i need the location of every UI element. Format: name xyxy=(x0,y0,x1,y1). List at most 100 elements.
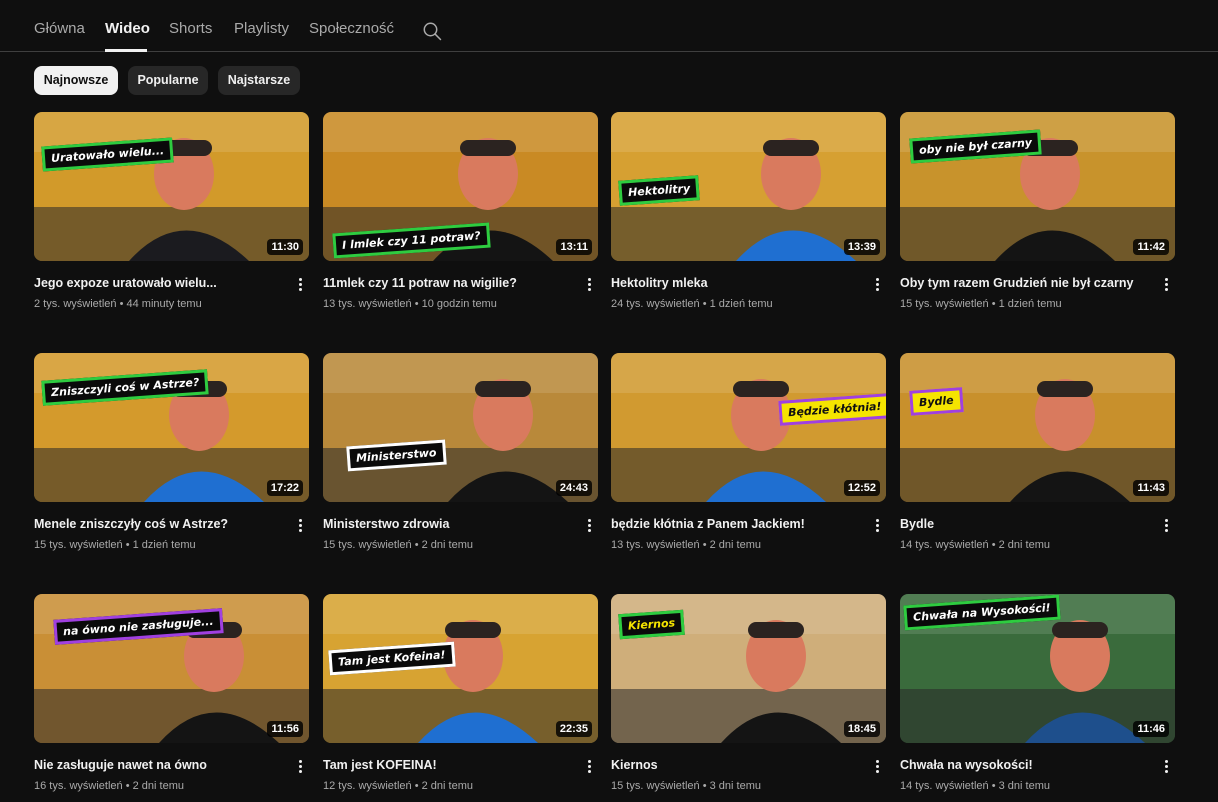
more-actions-icon[interactable] xyxy=(582,760,596,776)
video-metadata: 13 tys. wyświetleń • 2 dni temu xyxy=(611,539,761,551)
metadata-separator: • xyxy=(116,298,127,310)
view-count: 15 tys. wyświetleń xyxy=(34,539,123,551)
view-count: 2 tys. wyświetleń xyxy=(34,298,117,310)
upload-age: 2 dni temu xyxy=(998,539,1050,551)
video-title[interactable]: będzie kłótnia z Panem Jackiem! xyxy=(611,517,861,531)
chip-oldest[interactable]: Najstarsze xyxy=(218,66,300,95)
tab-shorts[interactable]: Shorts xyxy=(169,20,212,37)
video-title[interactable]: Ministerstwo zdrowia xyxy=(323,517,573,531)
active-tab-indicator xyxy=(105,49,147,52)
upload-age: 3 dni temu xyxy=(998,780,1050,792)
video-duration: 24:43 xyxy=(555,480,592,496)
metadata-separator: • xyxy=(988,539,999,551)
video-card: Chwała na Wysokości! 11:46 Chwała na wysok… xyxy=(900,594,1175,794)
video-thumbnail[interactable]: Zniszczyli coś w Astrze? 17:22 xyxy=(34,353,309,502)
video-card: Będzie kłótnia! 12:52 będzie kłótnia z Pan… xyxy=(611,353,886,553)
video-metadata: 16 tys. wyświetleń • 2 dni temu xyxy=(34,780,184,792)
metadata-separator: • xyxy=(411,539,422,551)
thumbnail-caption: Kiernos xyxy=(618,609,685,640)
more-actions-icon[interactable] xyxy=(870,519,884,535)
more-actions-icon[interactable] xyxy=(293,519,307,535)
video-metadata: 15 tys. wyświetleń • 3 dni temu xyxy=(611,780,761,792)
video-title[interactable]: Oby tym razem Grudzień nie był czarny xyxy=(900,276,1150,290)
view-count: 14 tys. wyświetleń xyxy=(900,780,989,792)
upload-age: 1 dzień temu xyxy=(132,539,196,551)
video-thumbnail[interactable]: Kiernos 18:45 xyxy=(611,594,886,743)
tab-community[interactable]: Społeczność xyxy=(309,20,394,37)
video-thumbnail[interactable]: Bydle 11:43 xyxy=(900,353,1175,502)
chip-popular[interactable]: Popularne xyxy=(128,66,208,95)
video-metadata: 14 tys. wyświetleń • 2 dni temu xyxy=(900,539,1050,551)
tab-home[interactable]: Główna xyxy=(34,20,85,37)
more-actions-icon[interactable] xyxy=(1159,519,1173,535)
video-card: Bydle 11:43 Bydle 14 tys. wyświetleń • 2 dn… xyxy=(900,353,1175,553)
video-metadata: 13 tys. wyświetleń • 10 godzin temu xyxy=(323,298,497,310)
video-card: Ministerstwo 24:43 Ministerstwo zdrowia 15 … xyxy=(323,353,598,553)
video-thumbnail[interactable]: Będzie kłótnia! 12:52 xyxy=(611,353,886,502)
upload-age: 2 dni temu xyxy=(421,539,473,551)
upload-age: 3 dni temu xyxy=(709,780,761,792)
video-thumbnail[interactable]: Ministerstwo 24:43 xyxy=(323,353,598,502)
video-title[interactable]: Nie zasługuje nawet na ówno xyxy=(34,758,284,772)
more-actions-icon[interactable] xyxy=(1159,760,1173,776)
video-thumbnail[interactable]: I lmlek czy 11 potraw? 13:11 xyxy=(323,112,598,261)
video-thumbnail[interactable]: na ówno nie zasługuje... 11:56 xyxy=(34,594,309,743)
more-actions-icon[interactable] xyxy=(293,278,307,294)
tab-playlists[interactable]: Playlisty xyxy=(234,20,289,37)
video-duration: 22:35 xyxy=(555,721,592,737)
video-thumbnail[interactable]: Uratowało wielu... 11:30 xyxy=(34,112,309,261)
metadata-separator: • xyxy=(988,298,999,310)
video-thumbnail[interactable]: Chwała na Wysokości! 11:46 xyxy=(900,594,1175,743)
more-actions-icon[interactable] xyxy=(1159,278,1173,294)
video-duration: 11:46 xyxy=(1133,721,1169,737)
tab-videos[interactable]: Wideo xyxy=(105,20,150,37)
video-thumbnail[interactable]: Tam jest Kofeina! 22:35 xyxy=(323,594,598,743)
more-actions-icon[interactable] xyxy=(582,519,596,535)
video-title[interactable]: Kiernos xyxy=(611,758,861,772)
video-duration: 13:11 xyxy=(556,239,592,255)
video-title[interactable]: Jego expoze uratowało wielu... xyxy=(34,276,284,290)
video-card: Hektolitry 13:39 Hektolitry mleka 24 tys. w… xyxy=(611,112,886,312)
view-count: 24 tys. wyświetleń xyxy=(611,298,700,310)
video-title[interactable]: Hektolitry mleka xyxy=(611,276,861,290)
view-count: 14 tys. wyświetleń xyxy=(900,539,989,551)
upload-age: 44 minuty temu xyxy=(126,298,202,310)
view-count: 15 tys. wyświetleń xyxy=(611,780,700,792)
metadata-separator: • xyxy=(699,539,710,551)
chip-newest[interactable]: Najnowsze xyxy=(34,66,118,95)
more-actions-icon[interactable] xyxy=(293,760,307,776)
video-title[interactable]: Chwała na wysokości! xyxy=(900,758,1150,772)
upload-age: 2 dni temu xyxy=(421,780,473,792)
video-card: oby nie był czarny 11:42 Oby tym razem Gru… xyxy=(900,112,1175,312)
video-title[interactable]: Tam jest KOFEINA! xyxy=(323,758,573,772)
thumbnail-caption: Bydle xyxy=(909,387,964,416)
view-count: 12 tys. wyświetleń xyxy=(323,780,412,792)
video-title[interactable]: 11mlek czy 11 potraw na wigilie? xyxy=(323,276,573,290)
metadata-separator: • xyxy=(411,780,422,792)
video-title[interactable]: Bydle xyxy=(900,517,1150,531)
video-card: na ówno nie zasługuje... 11:56 Nie zasługu… xyxy=(34,594,309,794)
more-actions-icon[interactable] xyxy=(870,278,884,294)
video-metadata: 14 tys. wyświetleń • 3 dni temu xyxy=(900,780,1050,792)
video-title[interactable]: Menele zniszczyły coś w Astrze? xyxy=(34,517,284,531)
video-duration: 11:30 xyxy=(267,239,303,255)
metadata-separator: • xyxy=(699,298,710,310)
video-duration: 13:39 xyxy=(843,239,880,255)
search-icon[interactable] xyxy=(422,21,442,41)
upload-age: 1 dzień temu xyxy=(709,298,773,310)
more-actions-icon[interactable] xyxy=(870,760,884,776)
metadata-separator: • xyxy=(122,780,133,792)
upload-age: 10 godzin temu xyxy=(421,298,497,310)
video-metadata: 15 tys. wyświetleń • 1 dzień temu xyxy=(34,539,196,551)
video-card: Uratowało wielu... 11:30 Jego expoze urato… xyxy=(34,112,309,312)
video-thumbnail[interactable]: oby nie był czarny 11:42 xyxy=(900,112,1175,261)
view-count: 16 tys. wyświetleń xyxy=(34,780,123,792)
upload-age: 2 dni temu xyxy=(132,780,184,792)
metadata-separator: • xyxy=(411,298,422,310)
metadata-separator: • xyxy=(122,539,133,551)
video-duration: 11:42 xyxy=(1133,239,1169,255)
upload-age: 2 dni temu xyxy=(709,539,761,551)
video-card: Zniszczyli coś w Astrze? 17:22 Menele znis… xyxy=(34,353,309,553)
more-actions-icon[interactable] xyxy=(582,278,596,294)
video-thumbnail[interactable]: Hektolitry 13:39 xyxy=(611,112,886,261)
